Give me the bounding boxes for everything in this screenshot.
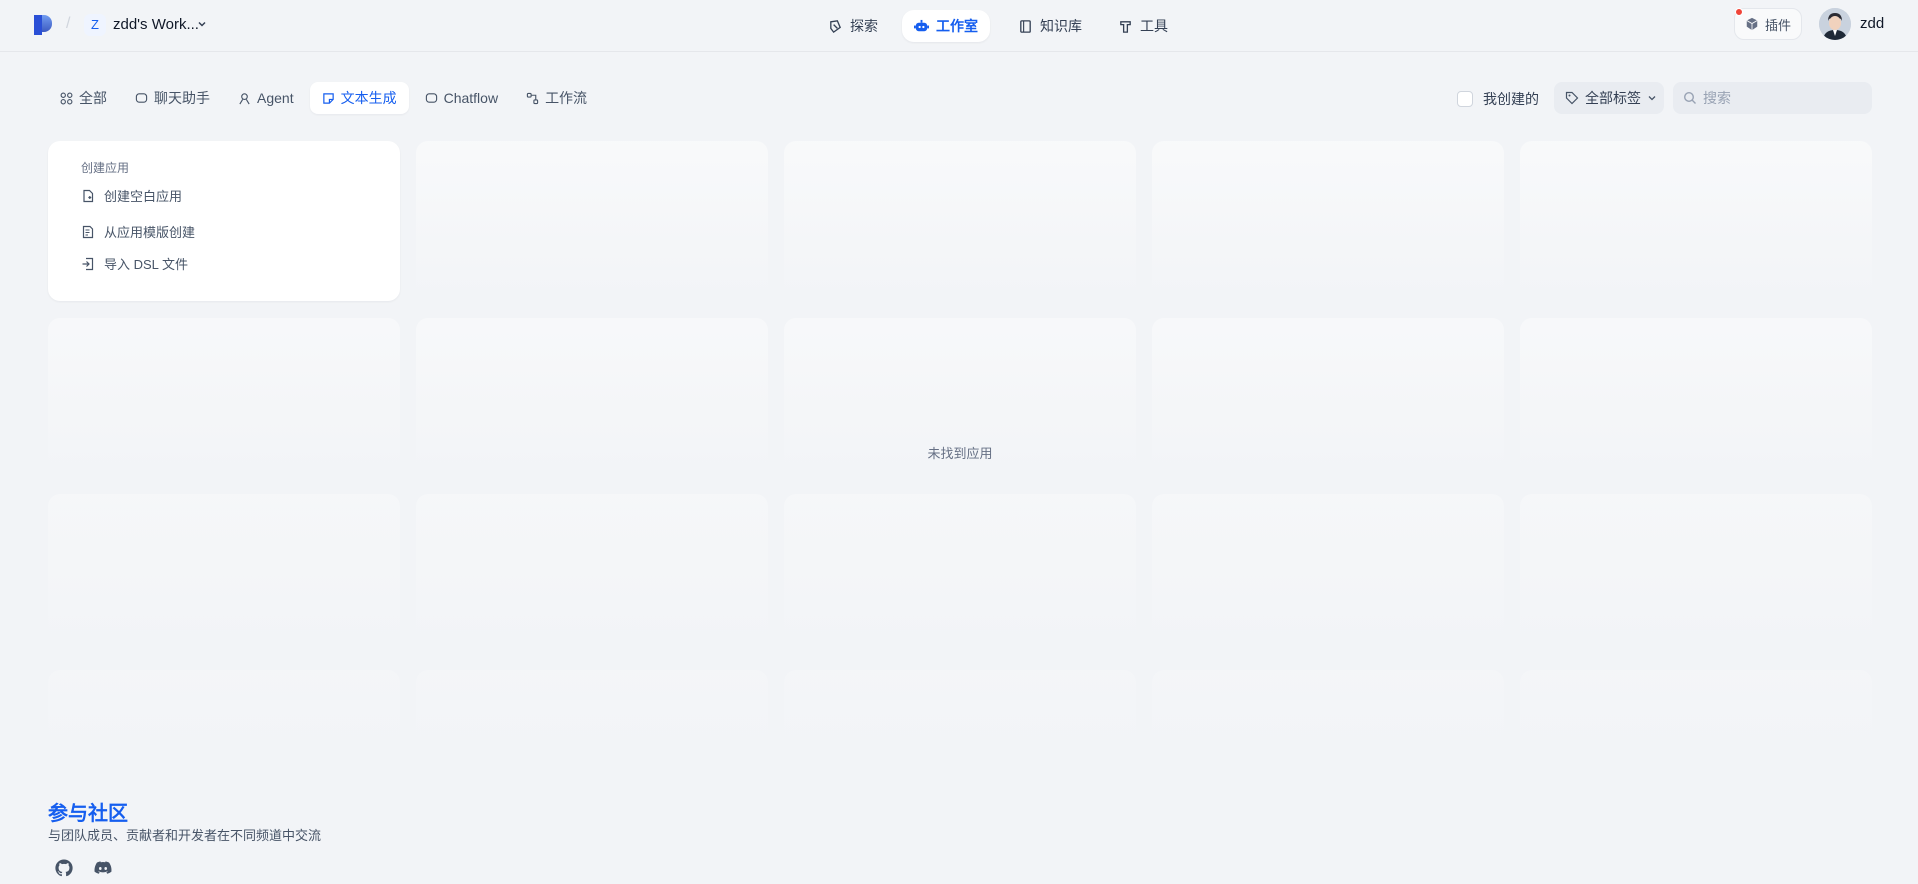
create-from-template-button[interactable]: 从应用模版创建 [81, 222, 195, 241]
nav-explore[interactable]: 探索 [816, 10, 890, 42]
chevron-down-icon[interactable] [197, 19, 207, 29]
tab-chatflow[interactable]: Chatflow [413, 82, 510, 114]
workspace-avatar[interactable]: Z [84, 14, 106, 36]
chatflow-icon [425, 92, 437, 103]
tab-workflow[interactable]: 工作流 [514, 82, 599, 114]
placeholder-card [48, 494, 400, 654]
tab-workflow-label: 工作流 [545, 90, 588, 106]
notification-dot [1735, 8, 1743, 16]
tag-filter-dropdown[interactable]: 全部标签 [1554, 82, 1664, 114]
import-icon [82, 257, 94, 270]
tab-chat-assistant-label: 聊天助手 [154, 90, 210, 106]
workflow-icon [526, 92, 539, 104]
compass-icon [830, 19, 841, 33]
nav-knowledge-label: 知识库 [1040, 18, 1082, 34]
placeholder-card [1152, 141, 1504, 301]
create-app-title: 创建应用 [81, 161, 130, 175]
placeholder-card [1520, 141, 1872, 301]
nav-explore-label: 探索 [850, 18, 878, 34]
discord-icon[interactable] [93, 858, 113, 878]
community-title: 参与社区 [48, 803, 128, 825]
tab-text-generation[interactable]: 文本生成 [309, 82, 409, 114]
placeholder-card [48, 670, 400, 760]
breadcrumb-separator: / [66, 15, 71, 32]
created-by-me-label: 我创建的 [1483, 91, 1539, 107]
nav-studio-label: 工作室 [936, 18, 978, 34]
placeholder-card [784, 494, 1136, 654]
placeholder-card [1152, 318, 1504, 478]
chevron-down-icon [1648, 96, 1656, 101]
tab-text-generation-label: 文本生成 [340, 90, 397, 106]
placeholder-card [1520, 318, 1872, 478]
nav-tools[interactable]: 工具 [1106, 10, 1180, 42]
placeholder-card [416, 494, 768, 654]
tab-all-label: 全部 [79, 90, 107, 106]
placeholder-card [784, 670, 1136, 760]
placeholder-card [48, 318, 400, 478]
github-icon[interactable] [54, 858, 74, 878]
search-input[interactable] [1703, 90, 1863, 106]
placeholder-card [416, 141, 768, 301]
search-box[interactable] [1673, 82, 1872, 114]
import-dsl-button[interactable]: 导入 DSL 文件 [81, 254, 188, 273]
user-avatar-image [1819, 8, 1851, 40]
placeholder-card [1520, 494, 1872, 654]
create-app-card: 创建应用 创建空白应用 从应用模版创建 导入 DSL 文件 [48, 141, 400, 301]
plugin-label: 插件 [1764, 17, 1791, 33]
created-by-me-filter[interactable]: 我创建的 [1457, 89, 1539, 109]
note-icon [322, 92, 334, 104]
tag-filter-label: 全部标签 [1585, 90, 1641, 106]
main-nav: 探索 工作室 知识库 工具 [0, 10, 1918, 42]
create-blank-app-label: 创建空白应用 [104, 189, 183, 204]
tab-all[interactable]: 全部 [48, 82, 119, 114]
agent-icon [239, 92, 250, 104]
placeholder-card [416, 670, 768, 760]
empty-state-message: 未找到应用 [927, 446, 993, 461]
app-type-tabs: 全部 聊天助手 Agent 文本生成 Chatflow 工作流 [48, 82, 599, 114]
tab-chatflow-label: Chatflow [443, 90, 499, 106]
placeholder-card [1520, 670, 1872, 760]
template-icon [82, 225, 94, 238]
grid-icon [60, 92, 73, 104]
nav-tools-label: 工具 [1140, 18, 1168, 34]
community-description: 与团队成员、贡献者和开发者在不同频道中交流 [48, 828, 322, 843]
robot-icon [914, 19, 929, 31]
placeholder-card [784, 141, 1136, 301]
tag-icon [1565, 91, 1579, 105]
tab-agent[interactable]: Agent [226, 82, 306, 114]
tab-chat-assistant[interactable]: 聊天助手 [123, 82, 222, 114]
user-avatar[interactable] [1819, 8, 1851, 40]
book-icon [1020, 19, 1031, 33]
file-plus-icon [83, 189, 94, 202]
placeholder-card [1152, 494, 1504, 654]
tab-agent-label: Agent [257, 90, 294, 106]
search-icon [1683, 91, 1696, 104]
import-dsl-label: 导入 DSL 文件 [104, 257, 189, 272]
create-from-template-label: 从应用模版创建 [104, 225, 196, 240]
created-by-me-checkbox[interactable] [1457, 91, 1473, 107]
user-name[interactable]: zdd [1860, 15, 1884, 32]
chat-bubble-icon [135, 92, 148, 103]
hammer-icon [1120, 20, 1131, 33]
app-logo-icon[interactable] [34, 15, 52, 35]
placeholder-card [1152, 670, 1504, 760]
nav-studio[interactable]: 工作室 [902, 10, 990, 42]
nav-knowledge[interactable]: 知识库 [1006, 10, 1094, 42]
top-header: / Z zdd's Work... 探索 工作室 知识库 工具 插件 zdd [0, 0, 1918, 52]
placeholder-card [416, 318, 768, 478]
workspace-name[interactable]: zdd's Work... [113, 16, 199, 33]
create-blank-app-button[interactable]: 创建空白应用 [81, 186, 182, 205]
cube-icon [1746, 17, 1758, 31]
plugin-button[interactable]: 插件 [1734, 8, 1802, 40]
